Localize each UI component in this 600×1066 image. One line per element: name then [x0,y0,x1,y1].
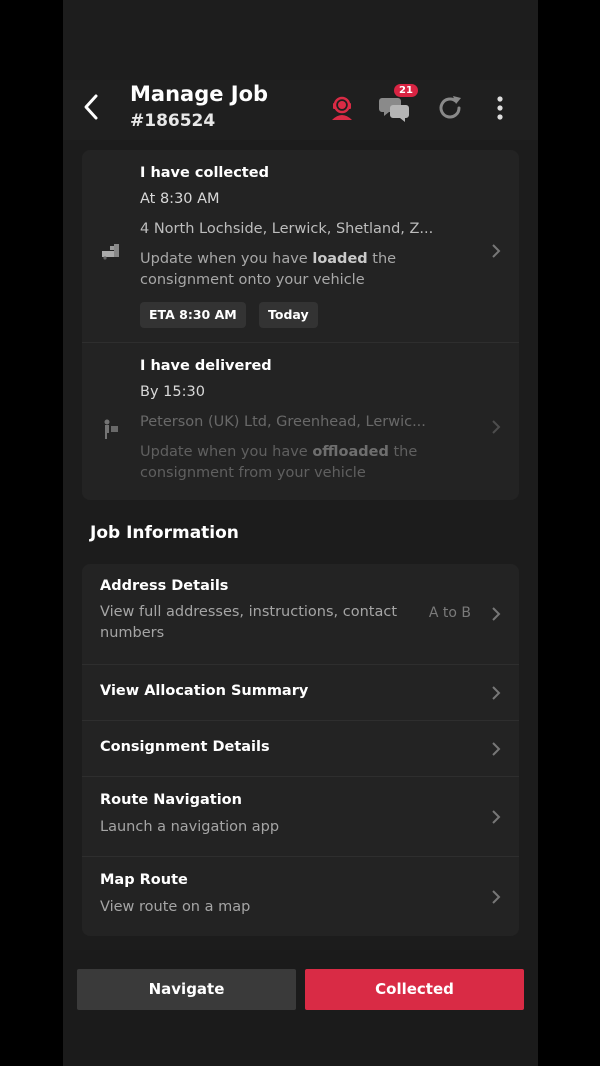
row-subtitle: Launch a navigation app [100,819,280,835]
job-content: I have collected At 8:30 AM 4 North Loch… [63,140,538,950]
step-description: Update when you have offloaded the consi… [140,442,450,484]
chevron-right-icon [492,607,501,621]
row-allocation-summary[interactable]: View Allocation Summary [82,665,519,721]
chevron-right-icon [492,810,501,824]
status-bar [63,0,538,80]
chevron-right-icon [492,244,501,258]
description-text: Update when you have [140,444,313,460]
step-time: By 15:30 [140,384,205,400]
row-route-navigation[interactable]: Route Navigation Launch a navigation app [82,777,519,857]
description-emphasis: loaded [312,251,368,267]
step-title: I have delivered [140,358,272,374]
section-title-job-information: Job Information [90,523,239,543]
row-title: Route Navigation [100,792,242,808]
page-title: Manage Job [130,82,269,106]
step-title: I have collected [140,165,269,181]
step-description: Update when you have loaded the consignm… [140,249,450,291]
row-meta: A to B [428,605,471,621]
chevron-right-icon [492,742,501,756]
navigate-button[interactable]: Navigate [77,969,296,1010]
day-chip: Today [259,302,318,328]
row-title: Consignment Details [100,739,270,755]
row-subtitle: View full addresses, instructions, conta… [100,604,398,641]
description-text: Update when you have [140,251,313,267]
row-title: View Allocation Summary [100,683,309,699]
description-emphasis: offloaded [312,444,389,460]
step-address: 4 North Lochside, Lerwick, Shetland, Z..… [140,221,434,237]
more-vertical-icon[interactable] [484,92,516,124]
unloading-person-icon [104,419,118,439]
row-address-details[interactable]: Address Details View full addresses, ins… [82,564,519,665]
eta-chip: ETA 8:30 AM [140,302,246,328]
refresh-icon[interactable] [434,92,466,124]
row-title: Map Route [100,872,188,888]
step-address: Peterson (UK) Ltd, Greenhead, Lerwic... [140,414,426,430]
job-information-card: Address Details View full addresses, ins… [82,564,519,936]
collected-button[interactable]: Collected [305,969,524,1010]
phone-screen: Manage Job #186524 21 I have collected A… [63,0,538,1066]
row-title: Address Details [100,578,229,594]
step-time: At 8:30 AM [140,191,220,207]
action-footer: Navigate Collected [63,950,538,1066]
step-collected[interactable]: I have collected At 8:30 AM 4 North Loch… [82,150,519,343]
job-number: #186524 [130,111,216,131]
loading-truck-icon [102,244,119,260]
support-agent-icon[interactable] [326,92,358,124]
chevron-right-icon [492,890,501,904]
messages-count-badge: 21 [394,84,418,97]
row-subtitle: View route on a map [100,899,251,915]
chevron-right-icon [492,420,501,434]
back-arrow-icon[interactable] [77,92,107,122]
app-header: Manage Job #186524 21 [63,80,538,140]
job-steps-card: I have collected At 8:30 AM 4 North Loch… [82,150,519,500]
row-consignment-details[interactable]: Consignment Details [82,721,519,777]
chevron-right-icon [492,686,501,700]
step-delivered[interactable]: I have delivered By 15:30 Peterson (UK) … [82,343,519,500]
row-map-route[interactable]: Map Route View route on a map [82,857,519,936]
